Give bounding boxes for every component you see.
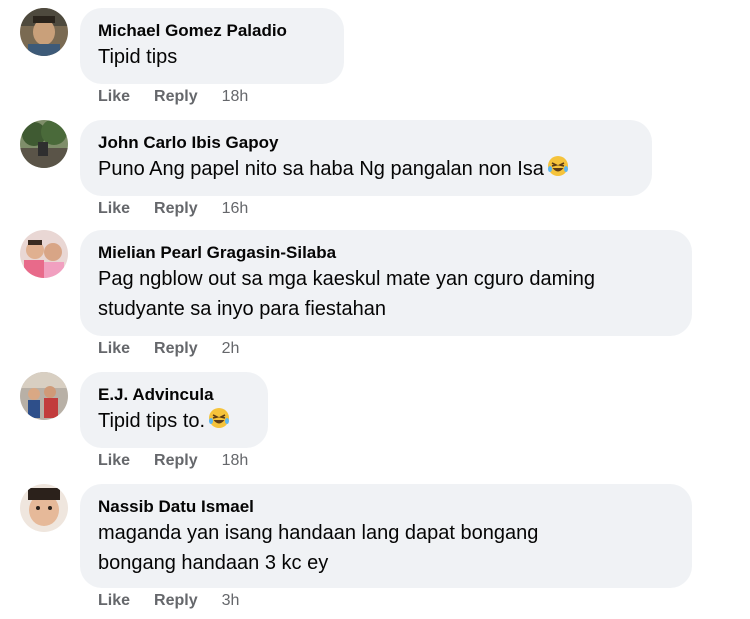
comment-author[interactable]: Nassib Datu Ismael	[98, 496, 674, 518]
reply-button[interactable]: Reply	[154, 88, 198, 105]
comment-timestamp[interactable]: 18h	[222, 88, 249, 105]
comment-text: bongang handaan 3 kc ey	[98, 552, 329, 574]
reply-button[interactable]: Reply	[154, 340, 198, 357]
comment-text-line: Puno Ang papel nito sa haba Ng pangalan …	[98, 154, 634, 187]
like-button[interactable]: Like	[98, 200, 130, 217]
comment-actions: Like Reply 16h	[98, 200, 248, 218]
like-button[interactable]: Like	[98, 592, 130, 609]
comment-text: Tipid tips to.	[98, 410, 206, 432]
avatar[interactable]	[20, 372, 68, 420]
avatar[interactable]	[20, 8, 68, 56]
avatar-photo	[20, 120, 68, 168]
comment-author[interactable]: John Carlo Ibis Gapoy	[98, 132, 634, 154]
rolling-on-floor-laughing-icon	[546, 154, 570, 187]
avatar-photo	[20, 372, 68, 420]
comment-text: Tipid tips	[98, 46, 178, 68]
reply-button[interactable]: Reply	[154, 200, 198, 217]
comment-bubble: E.J. Advincula Tipid tips to.	[80, 372, 268, 448]
comment-actions: Like Reply 2h	[98, 340, 239, 358]
comment-timestamp[interactable]: 16h	[222, 200, 249, 217]
comment-feed: Michael Gomez Paladio Tipid tips Like Rep…	[0, 0, 750, 619]
reply-button[interactable]: Reply	[154, 452, 198, 469]
avatar-photo	[20, 8, 68, 56]
comment-bubble: Mielian Pearl Gragasin-Silaba Pag ngblow…	[80, 230, 692, 336]
avatar-photo	[20, 230, 68, 278]
comment-timestamp[interactable]: 3h	[222, 592, 240, 609]
comment-bubble: John Carlo Ibis Gapoy Puno Ang papel nit…	[80, 120, 652, 196]
avatar[interactable]	[20, 230, 68, 278]
comment-text-line: Tipid tips to.	[98, 406, 250, 439]
avatar[interactable]	[20, 120, 68, 168]
reply-button[interactable]: Reply	[154, 592, 198, 609]
avatar[interactable]	[20, 484, 68, 532]
comment-text: Pag ngblow out sa mga kaeskul mate yan c…	[98, 268, 595, 290]
comment-author[interactable]: Mielian Pearl Gragasin-Silaba	[98, 242, 674, 264]
comment-timestamp[interactable]: 2h	[222, 340, 240, 357]
comment-bubble: Michael Gomez Paladio Tipid tips	[80, 8, 344, 84]
comment-actions: Like Reply 18h	[98, 452, 248, 470]
comment-bubble: Nassib Datu Ismael maganda yan isang han…	[80, 484, 692, 588]
like-button[interactable]: Like	[98, 340, 130, 357]
comment-author[interactable]: Michael Gomez Paladio	[98, 20, 326, 42]
avatar-photo	[20, 484, 68, 532]
comment-text: maganda yan isang handaan lang dapat bon…	[98, 522, 539, 544]
comment-text: studyante sa inyo para fiestahan	[98, 298, 386, 320]
comment-text: Puno Ang papel nito sa haba Ng pangalan …	[98, 158, 544, 180]
rolling-on-floor-laughing-icon	[207, 406, 231, 439]
comment-actions: Like Reply 18h	[98, 88, 248, 106]
comment-author[interactable]: E.J. Advincula	[98, 384, 250, 406]
comment-timestamp[interactable]: 18h	[222, 452, 249, 469]
comment-actions: Like Reply 3h	[98, 592, 239, 610]
like-button[interactable]: Like	[98, 88, 130, 105]
like-button[interactable]: Like	[98, 452, 130, 469]
